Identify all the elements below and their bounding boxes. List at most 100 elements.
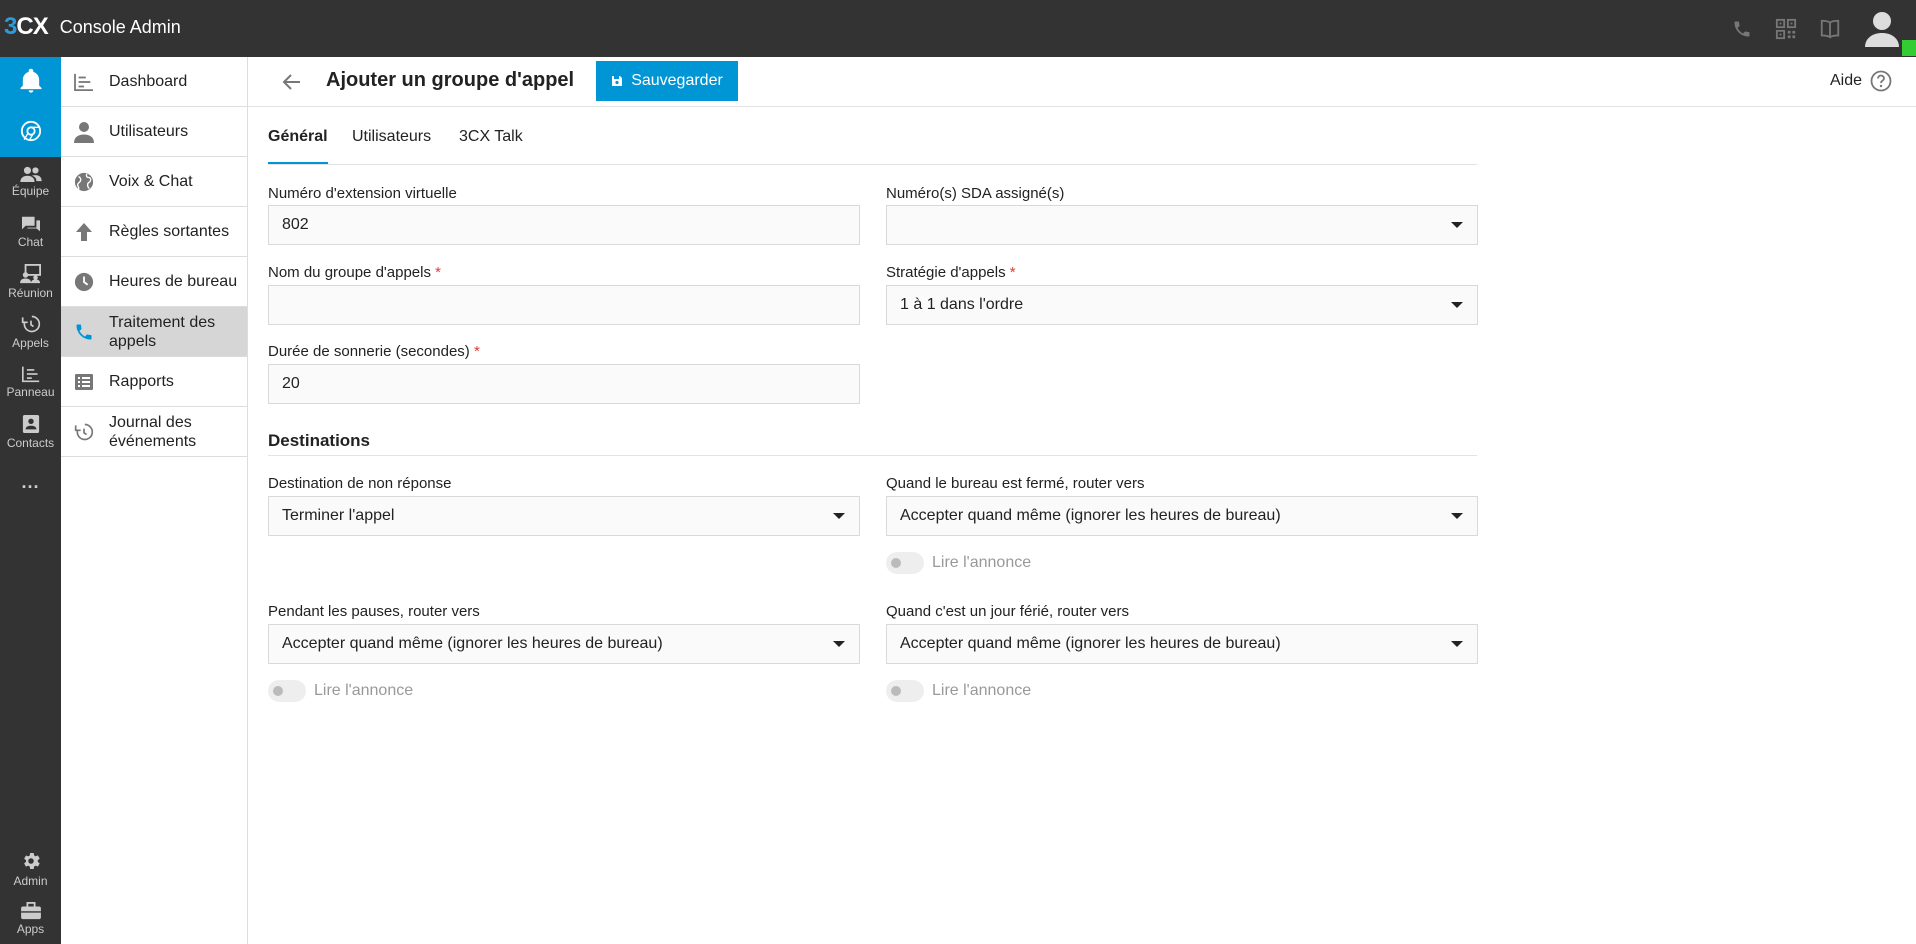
floppy-disk-icon: [612, 76, 623, 86]
help-link[interactable]: Aide: [1830, 70, 1892, 92]
no-answer-select[interactable]: Terminer l'appel: [268, 496, 860, 536]
rail-chat[interactable]: Chat: [0, 207, 61, 257]
ring-duration-field[interactable]: 20: [268, 364, 860, 404]
rail-label: Chat: [17, 235, 44, 249]
rail-contacts[interactable]: Contacts: [0, 407, 61, 457]
holiday-label: Quand c'est un jour férié, router vers: [886, 603, 1129, 620]
toggle-switch[interactable]: [268, 680, 306, 702]
group-name-label: Nom du groupe d'appels *: [268, 264, 441, 281]
apps-icon: [20, 902, 41, 920]
bell-icon: [20, 68, 41, 93]
sda-select[interactable]: [886, 205, 1478, 245]
tab-general[interactable]: Général: [268, 128, 328, 164]
office-closed-announcement-toggle[interactable]: Lire l'annonce: [886, 552, 1031, 574]
section-divider: [268, 455, 1477, 456]
nav-label: Règles sortantes: [109, 223, 230, 240]
office-closed-select[interactable]: Accepter quand même (ignorer les heures …: [886, 496, 1478, 536]
rail-more[interactable]: ...: [0, 457, 61, 507]
nav-dashboard[interactable]: Dashboard: [61, 57, 247, 107]
globe-icon: [65, 172, 103, 192]
ring-duration-value: 20: [282, 375, 300, 392]
rail-label: Apps: [16, 922, 45, 936]
holiday-announcement-toggle[interactable]: Lire l'annonce: [886, 680, 1031, 702]
toggle-label: Lire l'annonce: [932, 554, 1032, 571]
top-bar: 3CX Console Admin: [0, 0, 1916, 57]
strategy-select[interactable]: 1 à 1 dans l'ordre: [886, 285, 1478, 325]
report-icon: [65, 373, 103, 391]
panel-icon: [21, 366, 39, 383]
toggle-switch[interactable]: [886, 552, 924, 574]
meeting-icon: [19, 264, 41, 284]
required-marker: *: [1009, 264, 1016, 281]
office-closed-value: Accepter quand même (ignorer les heures …: [900, 507, 1281, 524]
back-arrow-icon[interactable]: [280, 70, 304, 94]
extension-field[interactable]: 802: [268, 205, 860, 245]
nav-label: Dashboard: [109, 73, 188, 90]
nav-reports[interactable]: Rapports: [61, 357, 247, 407]
sda-label: Numéro(s) SDA assigné(s): [886, 185, 1065, 202]
nav-label: Utilisateurs: [109, 123, 189, 140]
strategy-label: Stratégie d'appels *: [886, 264, 1016, 281]
extension-value: 802: [282, 216, 309, 233]
arrow-up-icon: [65, 222, 103, 242]
chrome-icon: [20, 120, 41, 142]
rail-team[interactable]: Équipe: [0, 157, 61, 207]
dashboard-icon: [65, 73, 103, 91]
no-answer-label: Destination de non réponse: [268, 475, 452, 492]
strategy-value: 1 à 1 dans l'ordre: [900, 296, 1024, 313]
help-circle-icon: [1870, 70, 1892, 92]
caret-down-icon: [1451, 302, 1463, 308]
breaks-announcement-toggle[interactable]: Lire l'annonce: [268, 680, 413, 702]
caret-down-icon: [833, 513, 845, 519]
history-icon: [21, 315, 40, 333]
nav-office-hours[interactable]: Heures de bureau: [61, 257, 247, 307]
holiday-select[interactable]: Accepter quand même (ignorer les heures …: [886, 624, 1478, 664]
rail-label: Contacts: [6, 436, 55, 450]
group-name-label-text: Nom du groupe d'appels: [268, 264, 431, 281]
gear-icon: [23, 853, 40, 869]
rail-label: Admin: [13, 874, 48, 888]
tab-users[interactable]: Utilisateurs: [352, 128, 431, 162]
group-name-field[interactable]: [268, 285, 860, 325]
more-icon: ...: [21, 471, 40, 492]
rail-label: Réunion: [8, 286, 53, 300]
rail-calls[interactable]: Appels: [0, 307, 61, 357]
breaks-label: Pendant les pauses, router vers: [268, 603, 480, 620]
nav-voice-chat[interactable]: Voix & Chat: [61, 157, 247, 207]
book-icon[interactable]: [1818, 17, 1842, 41]
3cx-logo[interactable]: 3CX: [4, 13, 49, 41]
phone-icon: [65, 322, 103, 342]
ring-duration-label-text: Durée de sonnerie (secondes): [268, 343, 470, 360]
no-answer-value: Terminer l'appel: [282, 507, 395, 524]
user-avatar-icon[interactable]: [1862, 9, 1902, 49]
nav-outbound-rules[interactable]: Règles sortantes: [61, 207, 247, 257]
breaks-select[interactable]: Accepter quand même (ignorer les heures …: [268, 624, 860, 664]
browser-extension-button[interactable]: [0, 107, 61, 157]
rail-admin[interactable]: Admin: [0, 844, 61, 894]
rail-apps[interactable]: Apps: [0, 894, 61, 944]
notifications-button[interactable]: [0, 57, 61, 107]
phone-icon[interactable]: [1730, 17, 1754, 41]
nav-call-handling[interactable]: Traitement des appels: [61, 307, 247, 357]
toggle-switch[interactable]: [886, 680, 924, 702]
save-label: Sauvegarder: [631, 72, 723, 89]
tab-3cx-talk[interactable]: 3CX Talk: [459, 128, 523, 162]
holiday-value: Accepter quand même (ignorer les heures …: [900, 635, 1281, 652]
brand: 3CX Console Admin: [4, 12, 181, 42]
save-button[interactable]: Sauvegarder: [596, 61, 738, 101]
caret-down-icon: [1451, 641, 1463, 647]
admin-nav: Dashboard Utilisateurs Voix & Chat Règle…: [61, 57, 248, 944]
app-title: Console Admin: [59, 16, 181, 37]
left-rail: Équipe Chat Réunion Appels Panneau Conta…: [0, 57, 61, 944]
rail-panel[interactable]: Panneau: [0, 357, 61, 407]
help-label: Aide: [1829, 72, 1862, 89]
destinations-heading: Destinations: [268, 431, 371, 450]
clock-icon: [65, 272, 103, 292]
qr-code-icon[interactable]: [1774, 17, 1798, 41]
nav-event-log[interactable]: Journal des événements: [61, 407, 247, 457]
nav-users[interactable]: Utilisateurs: [61, 107, 247, 157]
ring-duration-label: Durée de sonnerie (secondes) *: [268, 343, 480, 360]
nav-label: Heures de bureau: [109, 273, 238, 290]
nav-label: Journal des événements: [109, 413, 197, 450]
rail-meeting[interactable]: Réunion: [0, 257, 61, 307]
